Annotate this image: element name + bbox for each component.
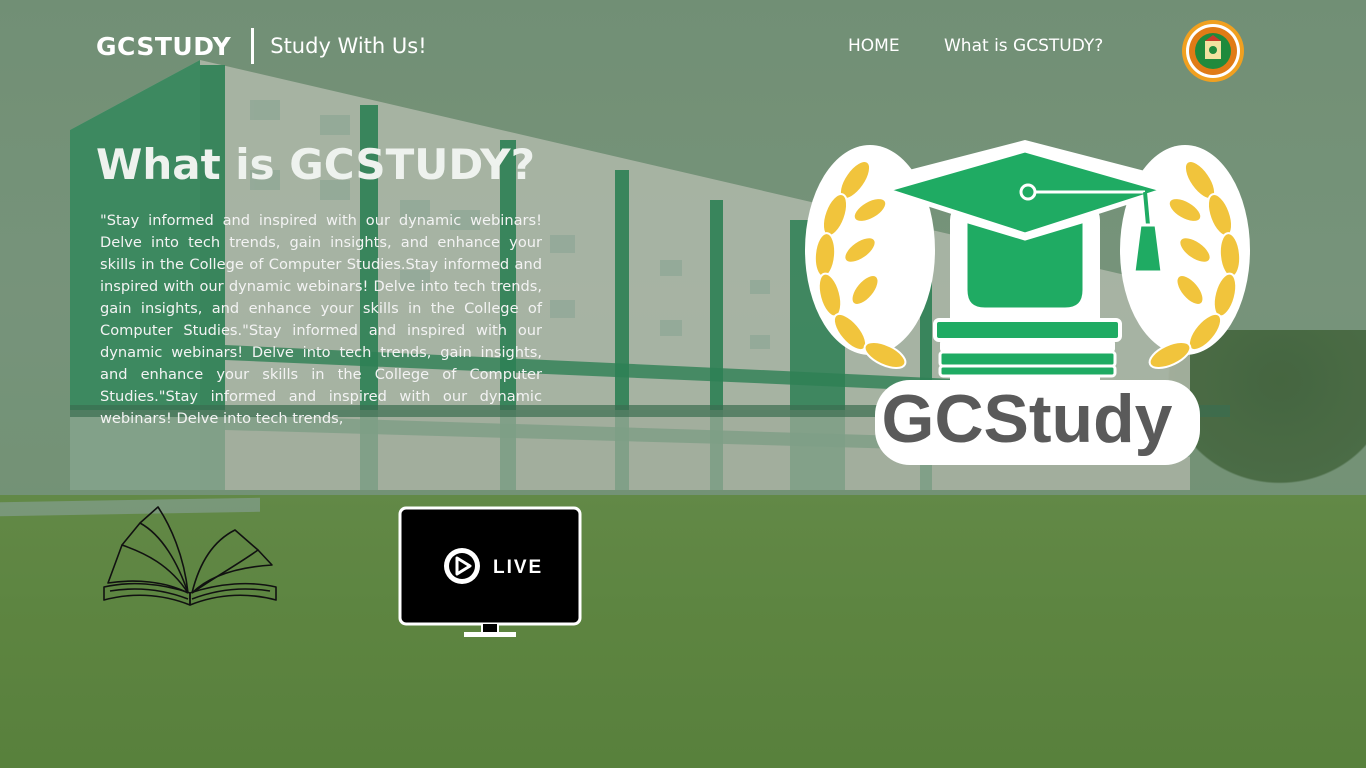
live-monitor-icon[interactable]: LIVE (398, 506, 582, 640)
brand-divider (251, 28, 255, 64)
live-label: LIVE (493, 557, 543, 578)
page-title: What is GCSTUDY? (96, 140, 535, 189)
brand[interactable]: GCSTUDY Study With Us! (96, 28, 427, 64)
open-book-icon (103, 506, 277, 606)
brand-name: GCSTUDY (96, 31, 232, 61)
logo-wordmark: GCStudy (882, 381, 1173, 457)
intro-paragraph: "Stay informed and inspired with our dyn… (100, 212, 542, 427)
nav-what-is-gcstudy-link[interactable]: What is GCSTUDY? (944, 36, 1103, 56)
college-seal-icon[interactable] (1181, 19, 1245, 83)
brand-tagline: Study With Us! (270, 34, 427, 58)
nav-home-link[interactable]: HOME (848, 36, 900, 56)
graduation-cap-logo-icon: GCStudy (805, 140, 1250, 465)
